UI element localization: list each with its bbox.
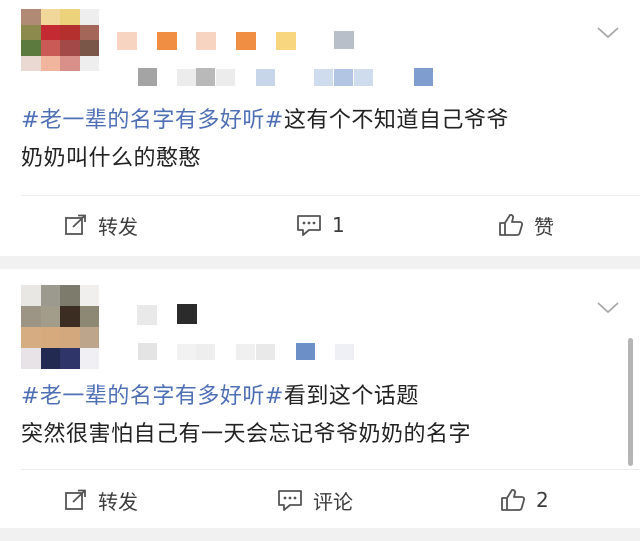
post-text-line-1: #老一辈的名字有多好听#看到这个话题 (21, 378, 471, 416)
comment-icon (297, 215, 321, 236)
post-text-line-2: 突然很害怕自己有一天会忘记爷爷奶奶的名字 (21, 422, 472, 447)
divider (21, 195, 640, 196)
hashtag-link[interactable]: #老一辈的名字有多好听# (21, 384, 284, 409)
post-text-line-1: #老一辈的名字有多好听#这有个不知道自己爷爷 (21, 102, 509, 140)
share-edit-icon (65, 214, 86, 235)
comment-button[interactable]: 1 (296, 203, 345, 247)
avatar[interactable] (21, 9, 99, 71)
thumbs-up-icon (499, 214, 524, 236)
hashtag-link[interactable]: #老一辈的名字有多好听# (21, 108, 284, 133)
comment-icon (278, 490, 302, 511)
action-bar: 转发 1 赞 (0, 203, 640, 247)
share-edit-icon (65, 489, 86, 510)
post-text: #老一辈的名字有多好听#看到这个话题 突然很害怕自己有一天会忘记爷爷奶奶的名字 (21, 378, 471, 454)
divider (21, 469, 640, 470)
repost-button[interactable]: 转发 (64, 478, 138, 522)
post-text-segment: 这有个不知道自己爷爷 (283, 108, 509, 133)
comment-count: 1 (332, 213, 345, 237)
repost-label: 转发 (98, 489, 138, 514)
avatar[interactable] (21, 285, 99, 369)
scrollbar[interactable] (628, 338, 633, 466)
like-count: 2 (536, 488, 549, 512)
post-text-segment: 看到这个话题 (283, 384, 419, 409)
chevron-down-icon[interactable] (596, 301, 620, 315)
like-button[interactable]: 2 (500, 478, 549, 522)
post-separator (0, 256, 640, 269)
post-text: #老一辈的名字有多好听#这有个不知道自己爷爷 奶奶叫什么的憨憨 (21, 102, 509, 178)
comment-button[interactable]: 评论 (277, 478, 353, 522)
like-label: 赞 (534, 214, 554, 239)
action-bar: 转发 评论 2 (0, 478, 640, 522)
thumbs-up-icon (501, 489, 526, 511)
post-text-line-2: 奶奶叫什么的憨憨 (21, 146, 202, 171)
repost-button[interactable]: 转发 (64, 203, 138, 247)
chevron-down-icon[interactable] (596, 26, 620, 40)
like-button[interactable]: 赞 (498, 203, 554, 247)
comment-label: 评论 (313, 489, 353, 514)
post-separator (0, 528, 640, 541)
repost-label: 转发 (98, 214, 138, 239)
